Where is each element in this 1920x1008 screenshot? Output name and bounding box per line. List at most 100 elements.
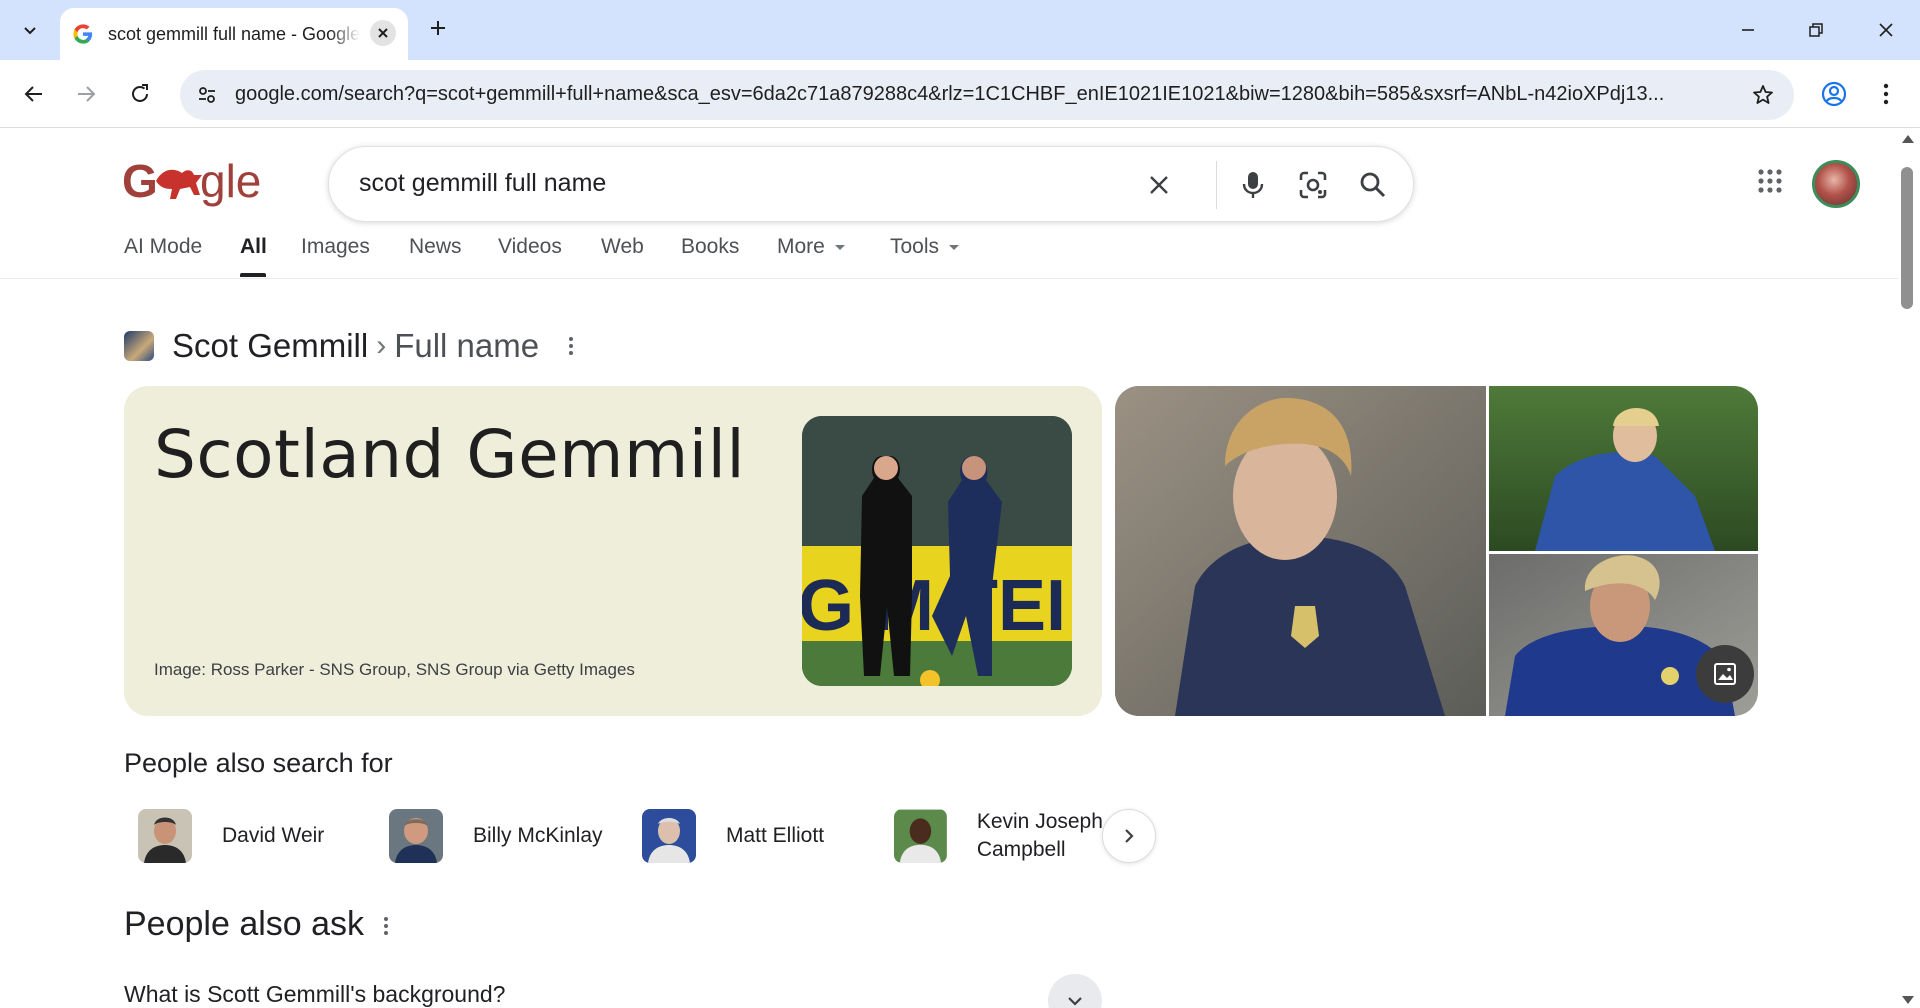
close-icon (1879, 23, 1893, 37)
image-grid[interactable] (1115, 386, 1758, 716)
person-photo (138, 809, 192, 863)
plus-icon (431, 21, 445, 35)
reload-icon (132, 84, 148, 102)
google-g-icon (73, 24, 93, 44)
url-text[interactable]: google.com/search?q=scot+gemmill+full+na… (235, 83, 1725, 106)
minimize-button[interactable] (1728, 12, 1768, 48)
voice-search-button[interactable] (1233, 165, 1273, 205)
svg-text:G: G (122, 155, 158, 207)
related-person-card[interactable]: Billy McKinlay (389, 804, 603, 868)
lens-search-button[interactable] (1293, 165, 1333, 205)
more-options-button[interactable] (561, 331, 581, 361)
star-icon (1753, 85, 1773, 104)
close-icon (378, 28, 388, 38)
reload-button[interactable] (122, 76, 158, 112)
tab-more[interactable]: More (777, 235, 845, 259)
site-info-icon[interactable] (194, 82, 220, 108)
chevron-down-icon (24, 27, 36, 35)
answer-breadcrumb: Scot Gemmill › Full name (124, 325, 581, 367)
expand-question-button[interactable] (1048, 974, 1102, 1008)
arrow-left-icon (24, 86, 42, 102)
minimize-icon (1742, 29, 1754, 31)
tab-more-label: More (777, 235, 825, 258)
browser-profile-button[interactable] (1816, 76, 1852, 112)
tab-web[interactable]: Web (601, 235, 644, 259)
person-photo (389, 809, 443, 863)
back-button[interactable] (16, 76, 52, 112)
search-results-page: G gle scot gemmill full name AI Mode All… (0, 129, 1898, 1008)
answer-card: Scotland Gemmill Image: Ross Parker - SN… (124, 386, 1102, 716)
address-bar[interactable]: google.com/search?q=scot+gemmill+full+na… (180, 70, 1794, 120)
person-name: Kevin Joseph Campbell (976, 810, 1103, 861)
person-name: Matt Elliott (726, 824, 825, 847)
person-name: Billy McKinlay (473, 824, 603, 847)
search-box[interactable]: scot gemmill full name (328, 146, 1414, 222)
caret-down-icon (949, 244, 960, 250)
tab-tools-label: Tools (890, 235, 940, 258)
related-person-card[interactable]: David Weir (138, 804, 324, 868)
account-avatar[interactable] (1812, 160, 1860, 208)
bookmark-star-button[interactable] (1750, 82, 1776, 108)
person-name: David Weir (222, 824, 325, 847)
person-photo (894, 809, 947, 863)
restore-icon (1809, 23, 1823, 37)
restore-button[interactable] (1796, 12, 1836, 48)
browser-tab[interactable]: scot gemmill full name - Google Search (60, 8, 408, 60)
related-person-card[interactable]: Kevin Joseph Campbell (894, 804, 1104, 868)
search-icon (1360, 172, 1386, 198)
people-also-ask-heading: People also ask (124, 905, 365, 943)
browser-menu-button[interactable] (1868, 76, 1904, 112)
entity-name[interactable]: Scot Gemmill (172, 327, 368, 365)
image-credit: Image: Ross Parker - SNS Group, SNS Grou… (154, 660, 635, 679)
tab-search-button[interactable] (12, 14, 48, 46)
people-also-search-heading: People also search for (124, 748, 393, 778)
entity-thumbnail[interactable] (124, 331, 154, 361)
page-scrollbar[interactable] (1900, 129, 1920, 1008)
more-vert-icon (1883, 83, 1889, 105)
google-doodle-logo[interactable]: G gle (122, 155, 264, 207)
person-photo (642, 809, 696, 863)
tab-ai-mode[interactable]: AI Mode (124, 235, 202, 259)
browser-toolbar: google.com/search?q=scot+gemmill+full+na… (0, 60, 1920, 128)
scrollbar-thumb[interactable] (1901, 167, 1913, 309)
scroll-down-arrow-icon[interactable] (1902, 996, 1914, 1004)
answer-photo[interactable]: G M TEI (802, 416, 1072, 686)
tab-close-button[interactable] (370, 20, 396, 46)
search-input[interactable]: scot gemmill full name (359, 169, 606, 198)
profile-icon (1821, 81, 1847, 107)
svg-text:gle: gle (200, 155, 261, 207)
related-person-card[interactable]: Matt Elliott (642, 804, 824, 868)
tab-title: scot gemmill full name - Google Search (108, 23, 360, 44)
tab-videos[interactable]: Videos (498, 235, 562, 259)
tab-all[interactable]: All (240, 235, 267, 259)
arrow-right-icon (78, 86, 96, 102)
chevron-down-icon (1068, 997, 1082, 1006)
browser-tab-strip: scot gemmill full name - Google Search (0, 0, 1920, 60)
new-tab-button[interactable] (424, 14, 452, 42)
tab-images[interactable]: Images (301, 235, 370, 259)
close-window-button[interactable] (1866, 12, 1906, 48)
tab-news[interactable]: News (409, 235, 462, 259)
tab-books[interactable]: Books (681, 235, 739, 259)
tab-tools[interactable]: Tools (890, 235, 960, 259)
google-apps-button[interactable] (1752, 163, 1788, 199)
scroll-up-arrow-icon[interactable] (1902, 135, 1914, 143)
question-item[interactable]: What is Scott Gemmill's background? (124, 981, 505, 1008)
search-divider (1216, 161, 1217, 209)
caret-down-icon (834, 244, 845, 250)
forward-button[interactable] (68, 76, 104, 112)
open-gallery-button[interactable] (1696, 645, 1754, 703)
search-submit-button[interactable] (1353, 165, 1393, 205)
clear-search-button[interactable] (1139, 165, 1179, 205)
microphone-icon (1242, 172, 1264, 198)
svg-text:G M TEI: G M TEI (802, 566, 1066, 646)
nav-divider (0, 278, 1898, 279)
chevron-right-icon (1125, 829, 1134, 843)
more-options-button[interactable] (376, 911, 396, 941)
breadcrumb-separator: › (376, 329, 387, 362)
entity-attribute: Full name (394, 327, 540, 364)
camera-lens-icon (1299, 171, 1327, 199)
image-icon (1714, 663, 1736, 685)
close-icon (1150, 176, 1168, 194)
carousel-next-button[interactable] (1102, 809, 1156, 863)
